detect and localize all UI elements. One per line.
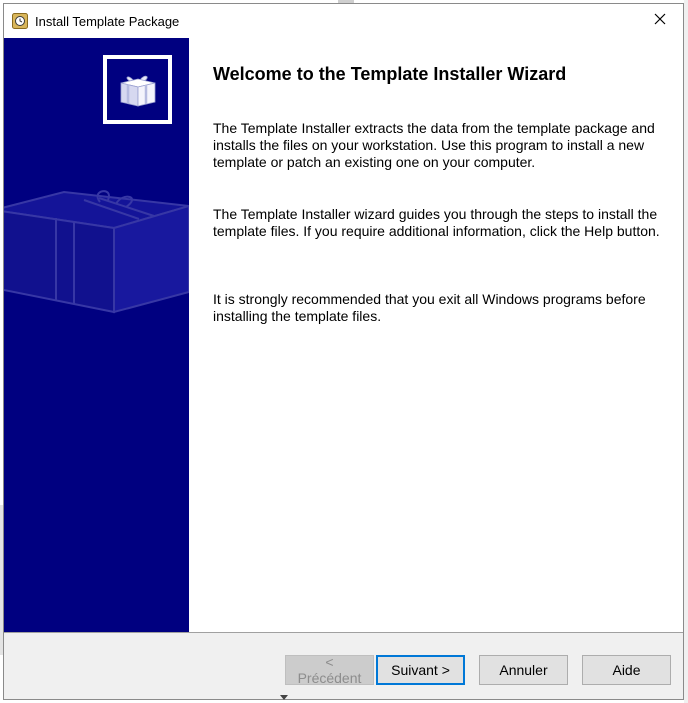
background-app-sliver xyxy=(684,0,688,703)
wizard-heading: Welcome to the Template Installer Wizard xyxy=(213,64,567,84)
gift-box-watermark-icon xyxy=(4,190,189,314)
wizard-content: Welcome to the Template Installer Wizard… xyxy=(189,38,683,632)
help-button[interactable]: Aide xyxy=(582,655,671,685)
back-button[interactable]: < Précédent xyxy=(285,654,374,686)
recommendation-paragraph: It is strongly recommended that you exit… xyxy=(213,291,646,324)
wizard-footer: < Précédent Suivant > Annuler Aide xyxy=(4,632,683,699)
window-title: Install Template Package xyxy=(35,14,180,29)
installer-window: Install Template Package Welcome to the … xyxy=(3,3,684,700)
gift-box-icon xyxy=(103,55,172,124)
cancel-button[interactable]: Annuler xyxy=(479,655,568,685)
chevron-down-icon xyxy=(280,695,288,700)
title-bar[interactable]: Install Template Package xyxy=(4,4,683,38)
wizard-sidebar xyxy=(4,38,189,632)
intro-paragraph: The Template Installer extracts the data… xyxy=(213,120,655,170)
template-package-app-icon xyxy=(12,13,28,29)
close-button[interactable] xyxy=(637,4,683,38)
close-icon xyxy=(654,12,666,30)
guide-paragraph: The Template Installer wizard guides you… xyxy=(213,206,660,239)
next-button[interactable]: Suivant > xyxy=(376,655,465,685)
